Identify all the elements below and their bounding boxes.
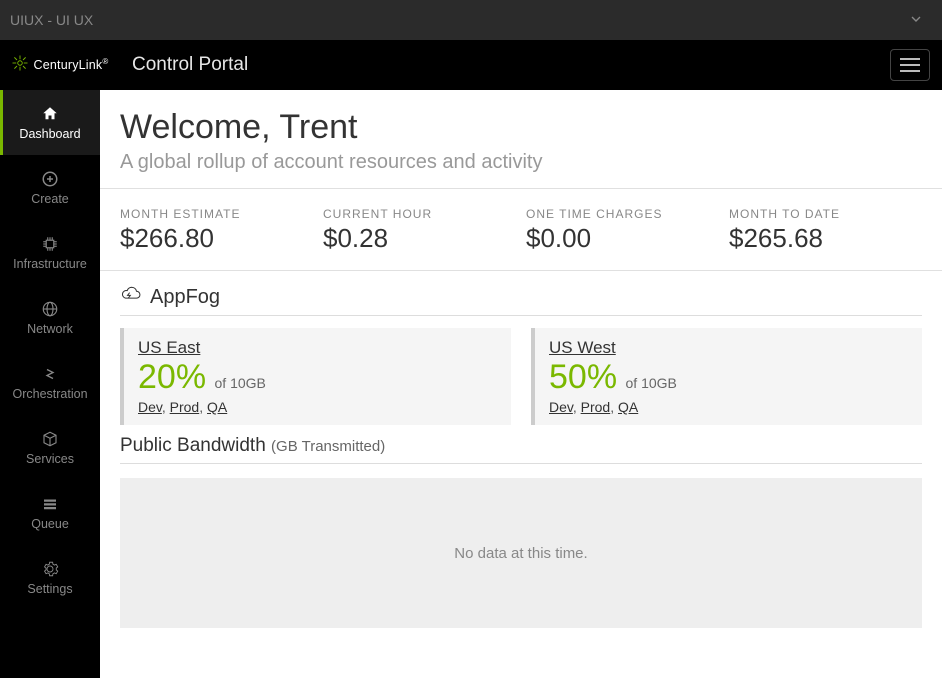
plus-circle-icon <box>41 170 59 188</box>
stat-month-to-date: MONTH TO DATE $265.68 <box>729 207 922 254</box>
sidebar-item-label: Create <box>31 192 69 206</box>
stat-one-time-charges: ONE TIME CHARGES $0.00 <box>526 207 719 254</box>
chip-icon <box>41 235 59 253</box>
stat-month-estimate: MONTH ESTIMATE $266.80 <box>120 207 313 254</box>
region-capacity: of 10GB <box>215 375 266 391</box>
env-link-dev[interactable]: Dev <box>138 399 162 415</box>
sidebar-item-label: Infrastructure <box>13 257 87 271</box>
sidebar-item-dashboard[interactable]: Dashboard <box>0 90 100 155</box>
env-link-qa[interactable]: QA <box>618 399 638 415</box>
header-bar: CenturyLink® Control Portal <box>0 40 942 90</box>
portal-title: Control Portal <box>132 54 248 76</box>
sidebar-item-create[interactable]: Create <box>0 155 100 220</box>
sidebar-item-label: Queue <box>31 517 69 531</box>
account-selector-bar[interactable]: UIUX - UI UX <box>0 0 942 40</box>
stat-label: MONTH ESTIMATE <box>120 207 313 221</box>
appfog-section: AppFog US East 20% of 10GB Dev, Prod, QA <box>100 271 942 638</box>
stat-label: CURRENT HOUR <box>323 207 516 221</box>
sidebar-item-network[interactable]: Network <box>0 285 100 350</box>
centurylink-logo-icon <box>11 54 29 77</box>
globe-icon <box>41 300 59 318</box>
bandwidth-title-text: Public Bandwidth <box>120 435 266 456</box>
stat-label: MONTH TO DATE <box>729 207 922 221</box>
bandwidth-chart-placeholder: No data at this time. <box>120 478 922 628</box>
no-data-message: No data at this time. <box>454 545 587 562</box>
brand-logo[interactable]: CenturyLink® <box>0 54 120 77</box>
account-label: UIUX - UI UX <box>10 12 93 28</box>
region-capacity: of 10GB <box>626 375 677 391</box>
gear-icon <box>41 560 59 578</box>
sidebar-item-services[interactable]: Services <box>0 415 100 480</box>
region-cards-row: US East 20% of 10GB Dev, Prod, QA US Wes… <box>120 328 922 425</box>
region-card-us-east: US East 20% of 10GB Dev, Prod, QA <box>120 328 511 425</box>
queue-icon <box>41 495 59 513</box>
stat-value: $0.00 <box>526 223 719 254</box>
env-link-dev[interactable]: Dev <box>549 399 573 415</box>
env-link-qa[interactable]: QA <box>207 399 227 415</box>
bandwidth-unit: (GB Transmitted) <box>271 438 385 455</box>
orchestration-icon <box>41 365 59 383</box>
cost-stats-row: MONTH ESTIMATE $266.80 CURRENT HOUR $0.2… <box>100 189 942 271</box>
chevron-down-icon <box>908 11 924 30</box>
region-env-list: Dev, Prod, QA <box>549 399 908 415</box>
sidebar-nav: Dashboard Create Infrastructure Network … <box>0 90 100 678</box>
region-card-us-west: US West 50% of 10GB Dev, Prod, QA <box>531 328 922 425</box>
sidebar-item-infrastructure[interactable]: Infrastructure <box>0 220 100 285</box>
sidebar-item-label: Network <box>27 322 73 336</box>
page-subtitle: A global rollup of account resources and… <box>120 151 922 174</box>
brand-name: CenturyLink® <box>33 57 108 72</box>
region-link[interactable]: US East <box>138 338 200 357</box>
cloud-icon <box>120 285 142 309</box>
env-link-prod[interactable]: Prod <box>581 399 611 415</box>
stat-value: $265.68 <box>729 223 922 254</box>
stat-value: $0.28 <box>323 223 516 254</box>
sidebar-item-queue[interactable]: Queue <box>0 480 100 545</box>
sidebar-item-label: Services <box>26 452 74 466</box>
sidebar-item-orchestration[interactable]: Orchestration <box>0 350 100 415</box>
env-link-prod[interactable]: Prod <box>170 399 200 415</box>
appfog-section-title: AppFog <box>120 285 922 316</box>
section-title-text: AppFog <box>150 286 220 309</box>
menu-toggle-button[interactable] <box>890 49 930 81</box>
stat-current-hour: CURRENT HOUR $0.28 <box>323 207 516 254</box>
sidebar-item-label: Orchestration <box>12 387 87 401</box>
sidebar-item-label: Dashboard <box>19 127 80 141</box>
welcome-block: Welcome, Trent A global rollup of accoun… <box>100 90 942 189</box>
region-env-list: Dev, Prod, QA <box>138 399 497 415</box>
stat-label: ONE TIME CHARGES <box>526 207 719 221</box>
region-percent: 20% <box>138 358 206 396</box>
page-title: Welcome, Trent <box>120 108 922 147</box>
cube-icon <box>41 430 59 448</box>
sidebar-item-label: Settings <box>27 582 72 596</box>
main-content: Welcome, Trent A global rollup of accoun… <box>100 90 942 678</box>
stat-value: $266.80 <box>120 223 313 254</box>
region-percent: 50% <box>549 358 617 396</box>
home-icon <box>41 105 59 123</box>
sidebar-item-settings[interactable]: Settings <box>0 545 100 610</box>
region-link[interactable]: US West <box>549 338 616 357</box>
bandwidth-section-title: Public Bandwidth (GB Transmitted) <box>120 435 922 464</box>
